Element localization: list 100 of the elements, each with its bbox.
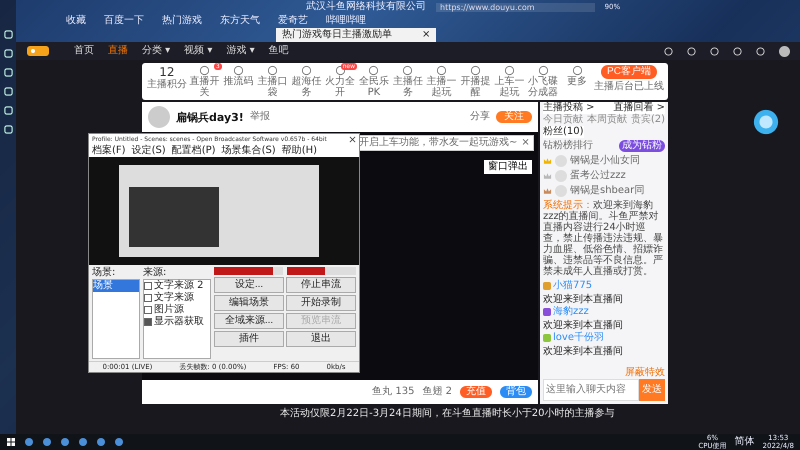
source-item[interactable]: 文字来源 2 xyxy=(154,280,204,292)
square-icon[interactable] xyxy=(4,68,12,77)
address-field[interactable]: https://www.douyu.com xyxy=(436,2,595,12)
menu-item[interactable]: 帮助(H) xyxy=(282,145,318,157)
toolbar-item[interactable]: 更多 xyxy=(560,65,594,87)
popout-button[interactable]: 窗口弹出 xyxy=(484,160,532,174)
bookmark-link[interactable]: 收藏 xyxy=(66,15,86,27)
circle-icon[interactable] xyxy=(664,46,673,56)
close-icon[interactable] xyxy=(349,136,356,143)
menu-item[interactable]: 设定(S) xyxy=(132,145,166,157)
obs-button[interactable]: 退出 xyxy=(286,331,356,347)
circle-icon[interactable] xyxy=(710,46,719,56)
square-icon[interactable] xyxy=(4,30,12,39)
points-value: 12 xyxy=(159,65,175,79)
event-notice: 本活动仅限2月22日-3月24日期间，在斗鱼直播时长小于20小时的主播参与 xyxy=(279,408,616,420)
chat-tab[interactable]: 贵宾(2) xyxy=(630,114,665,126)
user-name[interactable]: 蛋考公过zzz xyxy=(570,170,626,182)
toolbar-item[interactable]: 主播一起玩 xyxy=(424,65,459,98)
streamer-name: 扁锅兵day3! xyxy=(176,110,244,124)
square-icon[interactable] xyxy=(4,87,12,96)
circle-icon xyxy=(504,65,515,76)
windows-start-icon[interactable] xyxy=(6,437,16,447)
circle-icon xyxy=(538,65,549,76)
bookmark-link[interactable]: 热门游戏 xyxy=(162,15,202,27)
circle-icon[interactable] xyxy=(687,46,696,56)
client-note[interactable]: 主播后台已上线 xyxy=(594,81,664,93)
chat-tab[interactable]: 本周贡献 xyxy=(586,114,627,126)
share-link[interactable]: 分享 xyxy=(470,111,490,123)
scene-item[interactable]: 场景 xyxy=(93,280,139,292)
square-icon[interactable] xyxy=(4,49,12,58)
avatar xyxy=(555,155,567,167)
obs-button[interactable]: 停止串流 xyxy=(286,277,356,293)
become-fan-button[interactable]: 成为钻粉 xyxy=(619,140,665,152)
menu-item[interactable]: 档案(F) xyxy=(92,145,126,157)
user-name[interactable]: 钢锅是小仙女同 xyxy=(570,155,640,167)
toolbar-item[interactable]: 主播任务 xyxy=(390,65,425,98)
source-item[interactable]: 文字来源 xyxy=(154,292,194,304)
floating-badge-icon[interactable] xyxy=(752,108,780,136)
obs-button[interactable]: 开始录制 xyxy=(286,295,356,311)
nav-link[interactable]: 直播 xyxy=(108,45,128,57)
toolbar-item[interactable]: 全民乐PK xyxy=(357,65,391,98)
bookmark-link[interactable]: 东方天气 xyxy=(220,15,260,27)
chat-message: 欢迎来到本直播间 xyxy=(543,320,623,332)
circle-icon xyxy=(402,65,414,76)
nav-link[interactable]: 鱼吧 xyxy=(268,45,289,57)
obs-button[interactable]: 编辑场景 xyxy=(214,295,284,311)
nav-link[interactable]: 分类 ▾ xyxy=(142,45,170,57)
fish-logo-icon[interactable] xyxy=(26,45,50,57)
sources-label: 来源: xyxy=(143,267,168,279)
menu-item[interactable]: 场景集合(S) xyxy=(222,145,276,157)
fan-ranking-title: 钻粉榜排行 xyxy=(543,140,593,152)
backpack-button[interactable]: 背包 xyxy=(500,386,532,398)
nav-link[interactable]: 视频 ▾ xyxy=(184,45,212,57)
circle-icon[interactable] xyxy=(756,46,765,56)
toolbar-item[interactable]: 小飞碟分成器 xyxy=(526,65,560,98)
obs-button[interactable]: 设定... xyxy=(214,277,284,293)
close-icon[interactable]: × xyxy=(422,29,430,41)
points-label: 主播积分 xyxy=(146,79,187,91)
circle-icon[interactable] xyxy=(733,46,742,56)
chat-message: 欢迎来到本直播间 xyxy=(543,346,623,358)
checkbox[interactable] xyxy=(144,306,152,314)
ime-indicator[interactable]: 简体 xyxy=(734,436,755,448)
bookmark-link[interactable]: 百度一下 xyxy=(104,15,144,27)
bookmark-link[interactable]: 哔哩哔哩 xyxy=(326,15,366,27)
checkbox[interactable] xyxy=(144,282,152,290)
fin-count: 鱼翅 2 xyxy=(422,386,452,398)
circle-icon xyxy=(572,65,583,76)
checkbox[interactable] xyxy=(144,318,152,326)
obs-button[interactable]: 插件 xyxy=(214,331,284,347)
scenes-label: 场景: xyxy=(92,267,116,279)
avatar[interactable] xyxy=(779,46,790,56)
circle-icon xyxy=(470,65,481,76)
circle-icon xyxy=(266,65,278,76)
source-item[interactable]: 图片源 xyxy=(154,304,184,316)
chat-input[interactable]: 这里输入聊天内容 xyxy=(543,379,639,401)
close-icon[interactable]: × xyxy=(521,137,530,149)
toolbar-item[interactable]: 开播提醒 xyxy=(458,65,492,98)
toolbar-item[interactable]: 上车一起玩 xyxy=(492,65,526,98)
tooltip-text: 开启上车功能，带水友一起玩游戏~ xyxy=(359,137,518,149)
chat-tab[interactable]: 今日贡献 xyxy=(543,114,583,126)
menu-item[interactable]: 配置档(P) xyxy=(172,145,216,157)
chat-tab[interactable]: 粉丝(10) xyxy=(543,126,584,138)
square-icon[interactable] xyxy=(4,125,12,134)
user-name[interactable]: 钢锅是shbear同 xyxy=(570,185,644,197)
nav-link[interactable]: 游戏 ▾ xyxy=(226,45,255,57)
toolbar-item[interactable]: 主播口袋 xyxy=(256,65,290,98)
circle-icon xyxy=(436,65,448,76)
toolbar-item[interactable]: 超海任务 xyxy=(289,65,324,98)
bookmark-link[interactable]: 爱奇艺 xyxy=(278,15,308,27)
site-name: 武汉斗鱼网络科技有限公司 xyxy=(306,1,426,13)
square-icon[interactable] xyxy=(4,106,12,115)
user-name[interactable]: love千份羽 xyxy=(553,332,604,344)
toolbar-item[interactable]: 推流码 xyxy=(222,65,256,87)
source-item[interactable]: 显示器获取 xyxy=(154,316,204,328)
checkbox[interactable] xyxy=(144,294,152,302)
report-link[interactable]: 举报 xyxy=(250,111,270,123)
nav-link[interactable]: 首页 xyxy=(74,45,94,57)
chat-header-link[interactable]: 直播回看 > xyxy=(613,102,665,114)
obs-button[interactable]: 全域来源... xyxy=(214,313,284,329)
browser-tab[interactable]: 热门游戏每日主播激励单 × xyxy=(276,28,436,42)
